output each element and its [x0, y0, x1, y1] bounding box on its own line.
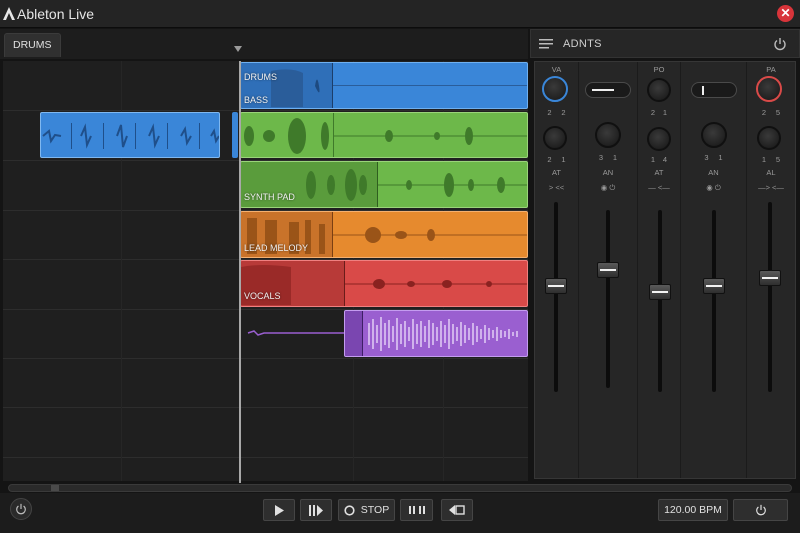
audio-clip[interactable] [232, 112, 238, 158]
fader-track [712, 210, 716, 392]
horizontal-scrollbar[interactable] [8, 484, 792, 492]
mode-label[interactable]: > << [535, 183, 578, 192]
waveform [241, 265, 527, 305]
send-label: AT [551, 168, 562, 177]
loop-button[interactable] [400, 499, 433, 521]
audio-clip[interactable] [40, 112, 220, 158]
mixer-channel: VA 2 2 2 1 AT > << [535, 62, 579, 478]
track-label-bass: BASS [244, 95, 269, 105]
fader-track [768, 202, 772, 392]
waveform [247, 330, 344, 336]
mode-label[interactable]: ◉ ⏻ [579, 183, 637, 193]
send-knob[interactable] [595, 122, 621, 148]
synth-pad-clip[interactable]: SYNTH PAD [240, 161, 528, 208]
tab-strip: DRUMS [0, 29, 528, 59]
fader-track [554, 202, 558, 392]
volume-fader[interactable] [545, 278, 567, 294]
knob-label: 5 [775, 108, 781, 117]
record-icon [449, 505, 465, 515]
track-label-drums: DRUMS [244, 72, 277, 82]
mixer-panel: VA 2 2 2 1 AT > << 3 1 AN ◉ ⏻ PO 2 1 1 4… [534, 61, 796, 479]
loop-icon [408, 506, 425, 514]
send-toggle[interactable] [585, 82, 631, 98]
purple-audio-clip[interactable] [344, 310, 528, 357]
lane-divider [3, 358, 528, 359]
mixer-channel: PA 2 5 1 5 AL —> <— [747, 62, 795, 478]
stop-label: STOP [360, 504, 390, 516]
power-icon [16, 503, 26, 515]
pan-knob[interactable] [542, 76, 568, 102]
power-icon[interactable] [773, 37, 787, 51]
bass-audio-clip[interactable] [240, 112, 528, 158]
track-label-vocals: VOCALS [244, 291, 281, 301]
close-icon[interactable]: ✕ [777, 5, 794, 22]
lane-divider [3, 407, 528, 408]
tempo-value: 120.00 BPM [664, 504, 722, 516]
stop-button[interactable]: STOP [338, 499, 395, 521]
volume-fader[interactable] [649, 284, 671, 300]
channel-label: PA [766, 65, 776, 74]
play-pause-icon [309, 504, 323, 516]
scrollbar-thumb[interactable] [51, 485, 59, 491]
send-label: AN [602, 168, 614, 177]
knob-label: 1 [662, 108, 668, 117]
tempo-display[interactable]: 120.00 BPM [658, 499, 728, 521]
pan-knob[interactable] [756, 76, 782, 102]
lane-divider [3, 110, 528, 111]
pause-play-button[interactable] [300, 499, 332, 521]
send-toggle[interactable] [691, 82, 737, 98]
waveform [244, 113, 527, 157]
mode-label[interactable]: —> <— [747, 183, 795, 192]
mode-label[interactable]: ◉ ⏻ [681, 183, 746, 193]
play-button[interactable] [263, 499, 295, 521]
pan-knob[interactable] [647, 78, 671, 102]
menu-icon[interactable] [539, 39, 553, 49]
channel-label: PO [653, 65, 665, 74]
stop-icon [344, 504, 355, 516]
tab-drums[interactable]: DRUMS [4, 33, 61, 57]
transport-bar: STOP 120.00 BPM [0, 493, 800, 533]
playhead[interactable] [239, 61, 241, 483]
title-bar: Ableton Live ✕ [0, 0, 800, 28]
mixer-channel: PO 2 1 1 4 AT — <— [638, 62, 681, 478]
send-label: AL [766, 168, 776, 177]
send-label: AN [708, 168, 719, 177]
vocals-clip[interactable]: VOCALS [240, 260, 528, 307]
waveform [42, 123, 219, 149]
waveform [368, 317, 518, 351]
record-button[interactable] [441, 499, 473, 521]
send-knob[interactable] [757, 126, 781, 150]
lead-melody-clip[interactable]: LEAD MELODY [240, 211, 528, 258]
fader-track [606, 210, 610, 388]
drums-clip[interactable]: DRUMS BASS [240, 62, 528, 109]
playhead-marker-icon[interactable] [234, 46, 242, 52]
mixer-title: ADNTS [563, 38, 602, 50]
lane-divider [3, 457, 528, 458]
power-icon [755, 504, 766, 516]
mixer-channel: 3 1 AN ◉ ⏻ [681, 62, 747, 478]
track-label-synth-pad: SYNTH PAD [244, 192, 295, 202]
mode-label[interactable]: — <— [638, 183, 680, 192]
volume-fader[interactable] [597, 262, 619, 278]
send-label: AT [654, 168, 664, 177]
arrangement-view[interactable]: DRUMS BASS SYNTH PAD LEAD MELODY VOCALS [3, 61, 528, 483]
send-knob[interactable] [543, 126, 567, 150]
power-button[interactable] [10, 498, 32, 520]
volume-fader[interactable] [703, 278, 725, 294]
track-label-lead-melody: LEAD MELODY [244, 243, 309, 253]
knob-label: 5 [775, 155, 781, 164]
bass-clip-region [333, 63, 527, 108]
volume-fader[interactable] [759, 270, 781, 286]
play-icon [275, 504, 284, 516]
ableton-logo-icon [3, 7, 15, 20]
send-knob[interactable] [701, 122, 727, 148]
mixer-channel: 3 1 AN ◉ ⏻ [579, 62, 638, 478]
mixer-header: ADNTS [530, 29, 800, 58]
fader-track [658, 210, 662, 392]
channel-label: VA [551, 65, 562, 74]
send-knob[interactable] [647, 127, 671, 151]
app-title: Ableton Live [17, 6, 95, 22]
power-toggle-button[interactable] [733, 499, 788, 521]
